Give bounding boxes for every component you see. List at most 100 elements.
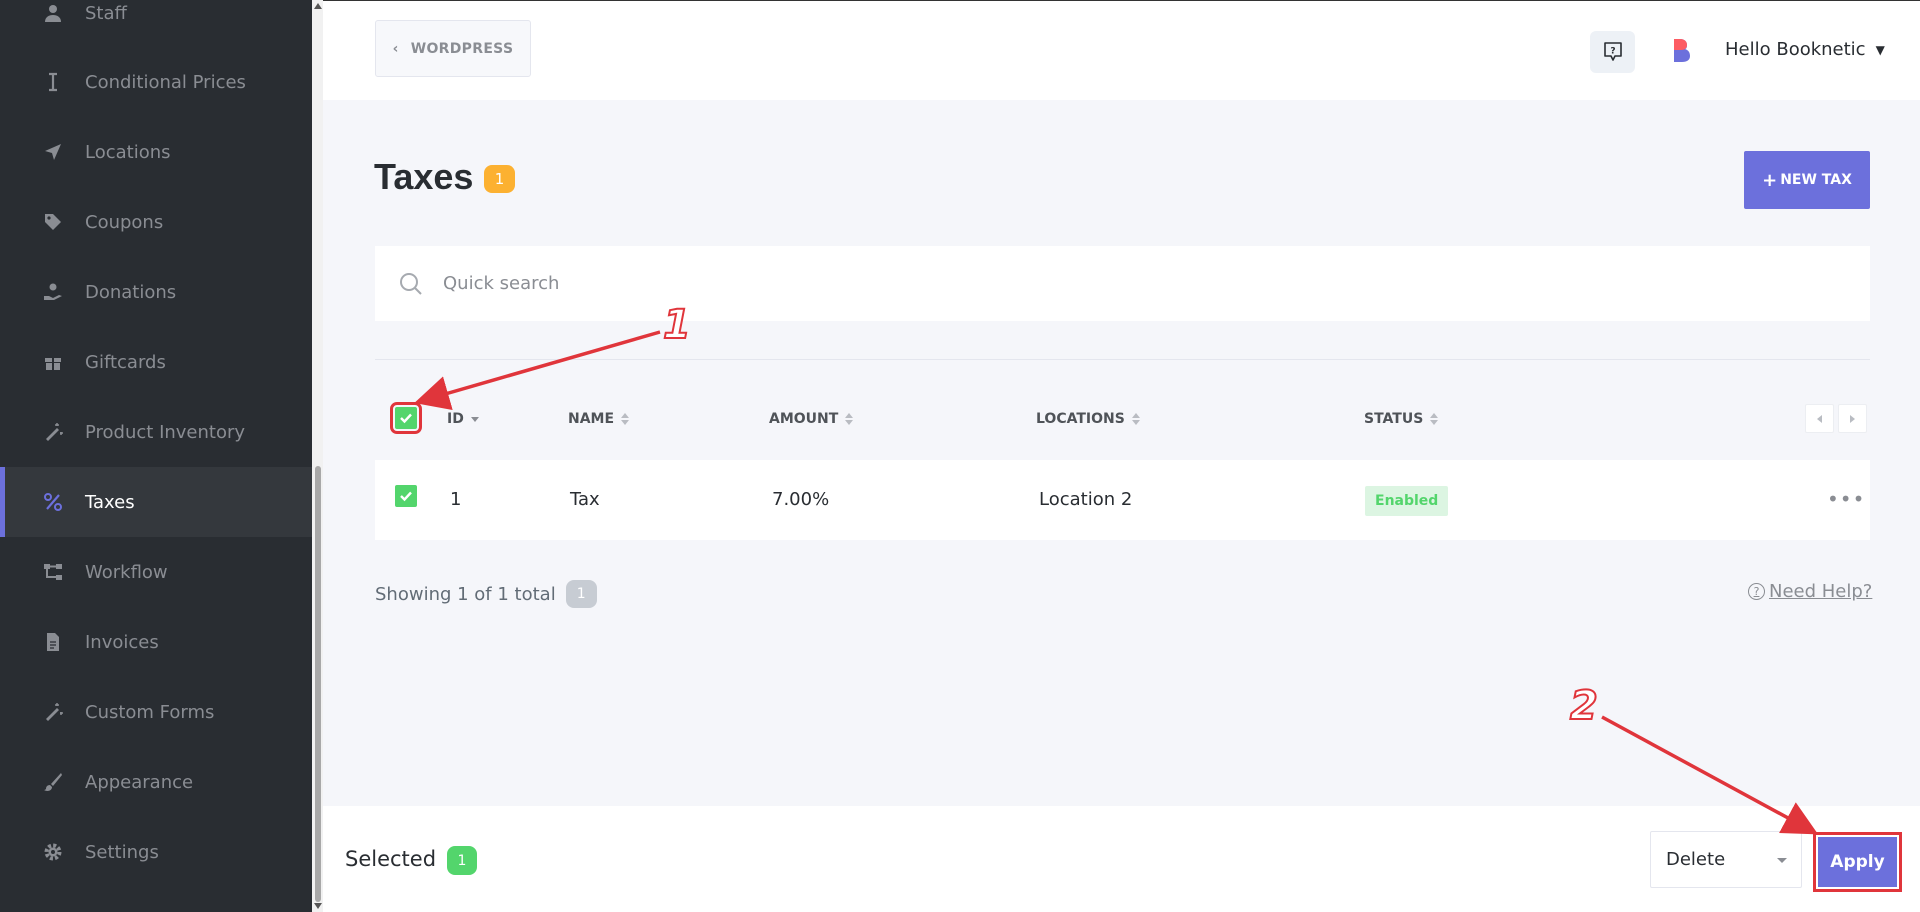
sidebar-item-label: Conditional Prices bbox=[85, 71, 246, 93]
sidebar-item-label: Giftcards bbox=[85, 351, 166, 373]
user-icon bbox=[42, 2, 64, 24]
sidebar-item-label: Appearance bbox=[85, 771, 194, 793]
scrollbar-thumb[interactable] bbox=[315, 466, 321, 902]
cell-amount: 7.00% bbox=[772, 489, 830, 510]
sidebar-item-label: Staff bbox=[85, 2, 127, 24]
sidebar-item-donations[interactable]: Donations bbox=[0, 257, 312, 327]
annotation-step-2: 2 bbox=[1569, 682, 1599, 730]
help-chat-icon: ? bbox=[1603, 42, 1622, 61]
sort-icon bbox=[1131, 413, 1140, 425]
search-input[interactable] bbox=[443, 273, 1743, 294]
user-menu[interactable]: Hello Booknetic ▼ bbox=[1725, 39, 1885, 60]
scroll-up-arrow[interactable] bbox=[314, 3, 322, 9]
count-badge: 1 bbox=[484, 165, 515, 193]
chevron-right-icon bbox=[1850, 414, 1855, 423]
sidebar-item-staff[interactable]: Staff bbox=[0, 0, 312, 48]
total-badge: 1 bbox=[565, 580, 597, 608]
annotation-arrow-1 bbox=[414, 330, 661, 411]
selected-label: Selected bbox=[345, 847, 437, 871]
page-title: Taxes bbox=[374, 156, 474, 197]
file-icon bbox=[42, 631, 64, 653]
brush-icon bbox=[42, 771, 64, 793]
sidebar-item-label: Custom Forms bbox=[85, 701, 215, 723]
sidebar-item-workflow[interactable]: Workflow bbox=[0, 537, 312, 607]
sidebar-item-label: Settings bbox=[85, 841, 159, 863]
table-header: ID NAME AMOUNT LOCATIONS STATUS bbox=[375, 400, 1870, 440]
magic-wand-icon bbox=[42, 421, 64, 443]
tag-icon bbox=[42, 211, 64, 233]
sidebar-item-label: Coupons bbox=[85, 211, 164, 233]
column-label: ID bbox=[447, 411, 464, 427]
need-help-label: Need Help? bbox=[1769, 581, 1873, 602]
scroll-right-button[interactable] bbox=[1838, 404, 1867, 433]
checkmark-icon bbox=[400, 491, 412, 502]
scroll-left-button[interactable] bbox=[1805, 404, 1834, 433]
chevron-down-icon: ▼ bbox=[1875, 42, 1885, 57]
select-all-checkbox[interactable] bbox=[390, 402, 422, 434]
divider bbox=[375, 359, 1870, 360]
cell-locations: Location 2 bbox=[1039, 489, 1133, 510]
text-cursor-icon bbox=[42, 71, 64, 93]
sidebar-item-product-inventory[interactable]: Product Inventory bbox=[0, 397, 312, 467]
chevron-down-icon bbox=[1777, 858, 1787, 863]
plus-icon: + bbox=[1762, 169, 1778, 191]
sidebar-item-custom-forms[interactable]: Custom Forms bbox=[0, 677, 312, 747]
booknetic-logo bbox=[1674, 39, 1690, 62]
bulk-action-value: Delete bbox=[1666, 849, 1726, 870]
column-header-id[interactable]: ID bbox=[447, 411, 479, 427]
table-row[interactable]: 1 Tax 7.00% Location 2 Enabled ••• bbox=[375, 460, 1870, 540]
column-header-amount[interactable]: AMOUNT bbox=[769, 411, 854, 427]
pagination-info: Showing 1 of 1 total 1 bbox=[375, 580, 597, 608]
back-to-wordpress-button[interactable]: ‹ WORDPRESS bbox=[375, 20, 531, 77]
cell-id: 1 bbox=[450, 489, 462, 510]
row-checkbox[interactable] bbox=[395, 485, 417, 507]
location-arrow-icon bbox=[42, 141, 64, 163]
need-help-link[interactable]: ? Need Help? bbox=[1748, 581, 1872, 602]
sort-icon bbox=[1430, 413, 1439, 425]
column-header-locations[interactable]: LOCATIONS bbox=[1036, 411, 1140, 427]
new-tax-button[interactable]: + NEW TAX bbox=[1744, 151, 1870, 209]
sidebar-item-label: Donations bbox=[85, 281, 177, 303]
column-header-name[interactable]: NAME bbox=[568, 411, 630, 427]
more-actions-icon[interactable]: ••• bbox=[1827, 487, 1865, 511]
sidebar-item-invoices[interactable]: Invoices bbox=[0, 607, 312, 677]
column-label: STATUS bbox=[1364, 411, 1424, 427]
column-label: LOCATIONS bbox=[1036, 411, 1125, 427]
search-icon bbox=[400, 272, 422, 295]
help-chat-button[interactable]: ? bbox=[1590, 31, 1635, 73]
sidebar-item-label: Locations bbox=[85, 141, 171, 163]
sidebar: Staff Conditional Prices Locations Coupo… bbox=[0, 0, 312, 912]
sidebar-item-giftcards[interactable]: Giftcards bbox=[0, 327, 312, 397]
sidebar-item-label: Taxes bbox=[85, 491, 135, 513]
sidebar-item-label: Workflow bbox=[85, 561, 168, 583]
hand-holding-icon bbox=[42, 281, 64, 303]
sort-icon bbox=[621, 413, 630, 425]
percent-icon bbox=[42, 491, 64, 513]
scroll-down-arrow[interactable] bbox=[314, 903, 322, 909]
cell-name: Tax bbox=[570, 489, 600, 510]
workflow-icon bbox=[42, 561, 64, 583]
sidebar-item-label: Invoices bbox=[85, 631, 159, 653]
gift-icon bbox=[42, 351, 64, 373]
column-header-status[interactable]: STATUS bbox=[1364, 411, 1439, 427]
sort-icon bbox=[845, 413, 854, 425]
sidebar-item-label: Product Inventory bbox=[85, 421, 246, 443]
chevron-left-icon: ‹ bbox=[392, 40, 399, 57]
sidebar-item-settings[interactable]: Settings bbox=[0, 817, 312, 887]
sidebar-item-locations[interactable]: Locations bbox=[0, 117, 312, 187]
showing-text: Showing 1 of 1 total bbox=[375, 583, 556, 605]
selected-count-badge: 1 bbox=[447, 846, 477, 875]
column-label: AMOUNT bbox=[769, 411, 839, 427]
sidebar-item-coupons[interactable]: Coupons bbox=[0, 187, 312, 257]
bulk-action-select[interactable]: Delete bbox=[1650, 831, 1802, 888]
sidebar-item-appearance[interactable]: Appearance bbox=[0, 747, 312, 817]
question-icon: ? bbox=[1748, 583, 1765, 600]
apply-button[interactable]: Apply bbox=[1818, 837, 1897, 887]
user-greeting: Hello Booknetic bbox=[1725, 39, 1866, 60]
sidebar-item-conditional-prices[interactable]: Conditional Prices bbox=[0, 47, 312, 117]
svg-text:?: ? bbox=[1610, 47, 1615, 57]
sidebar-item-taxes[interactable]: Taxes bbox=[0, 467, 312, 537]
status-badge: Enabled bbox=[1365, 486, 1449, 516]
column-label: NAME bbox=[568, 411, 615, 427]
new-tax-label: NEW TAX bbox=[1780, 172, 1852, 188]
